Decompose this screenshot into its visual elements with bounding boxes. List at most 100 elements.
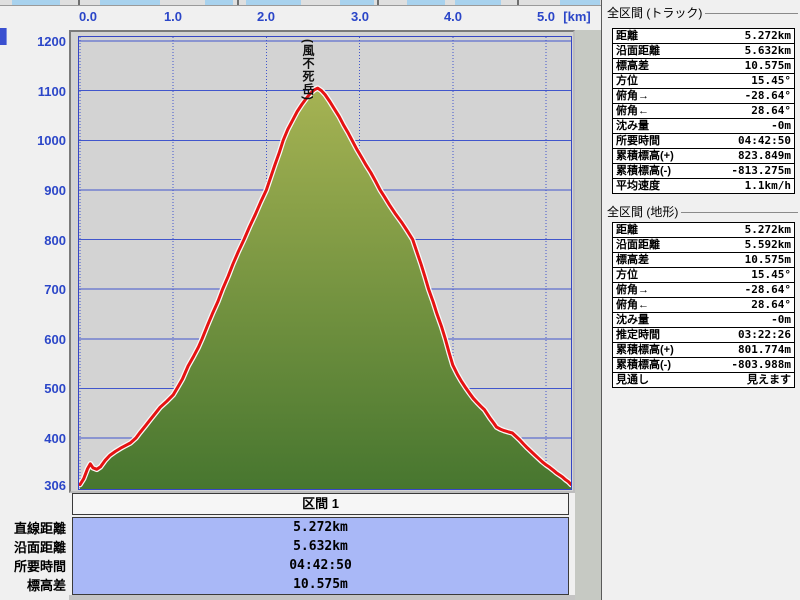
x-axis-tick: 1.0 bbox=[163, 9, 183, 24]
segment-row-label: 所要時間 bbox=[13, 559, 66, 574]
terrain-group-title-text: 全区間 (地形) bbox=[607, 205, 679, 219]
toolbar-button-fragment[interactable] bbox=[12, 0, 60, 5]
stat-value: -28.64° bbox=[744, 283, 791, 296]
track-stats-table: 距離 5.272km 沿面距離 5.632km 標高差 10.575m 方位 15.45… bbox=[612, 28, 795, 194]
y-axis-tick: 500 bbox=[44, 381, 66, 396]
terrain-stats-table: 距離 5.272km 沿面距離 5.592km 標高差 10.575m 方位 15.45… bbox=[612, 222, 795, 388]
x-axis-tick: 0.0 bbox=[78, 9, 98, 24]
y-axis-tick: 700 bbox=[44, 282, 66, 297]
table-row: 俯角← 28.64° bbox=[613, 298, 794, 313]
info-panel: 全区間 (トラック) 距離 5.272km 沿面距離 5.632km 標高差 10.5… bbox=[601, 0, 800, 600]
stat-value: -0m bbox=[771, 313, 791, 326]
table-row: 累積標高(-) -813.275m bbox=[613, 164, 794, 179]
stat-label: 俯角← bbox=[616, 299, 649, 311]
stat-label: 方位 bbox=[616, 75, 638, 87]
stat-label: 推定時間 bbox=[616, 329, 660, 341]
stat-value: -803.988m bbox=[731, 358, 791, 371]
y-axis-tick: 600 bbox=[44, 332, 66, 347]
stat-label: 累積標高(-) bbox=[616, 165, 671, 177]
elevation-profile-plot[interactable] bbox=[78, 36, 572, 490]
segment-row-label: 標高差 bbox=[26, 578, 66, 593]
stat-label: 累積標高(-) bbox=[616, 359, 671, 371]
table-row: 距離 5.272km bbox=[613, 223, 794, 238]
stat-value: 見えます bbox=[747, 373, 791, 386]
group-title-rule bbox=[705, 12, 798, 14]
stat-value: 5.272km bbox=[744, 223, 791, 236]
x-axis-tick: 2.0 bbox=[256, 9, 276, 24]
toolbar-separator bbox=[517, 0, 519, 5]
stat-value: 5.632km bbox=[744, 44, 791, 57]
table-row: 推定時間 03:22:26 bbox=[613, 328, 794, 343]
table-row: 標高差 10.575m bbox=[613, 253, 794, 268]
stat-value: 03:22:26 bbox=[738, 328, 791, 341]
toolbar-separator bbox=[78, 0, 80, 5]
toolbar-button-fragment[interactable] bbox=[205, 0, 233, 5]
stat-value: 15.45° bbox=[751, 74, 791, 87]
y-axis-tick: 400 bbox=[44, 431, 66, 446]
elevation-profile-window: { "axes": { "x_ticks": ["0.0", "1.0", "2… bbox=[0, 0, 800, 600]
stat-value: -0m bbox=[771, 119, 791, 132]
stat-label: 俯角← bbox=[616, 105, 649, 117]
toolbar-button-fragment[interactable] bbox=[246, 0, 301, 5]
stat-label: 沈み量 bbox=[616, 120, 649, 132]
stat-label: 平均速度 bbox=[616, 180, 660, 192]
toolbar-button-fragment[interactable] bbox=[100, 0, 160, 5]
stat-label: 俯角→ bbox=[616, 284, 649, 296]
table-row: 俯角→ -28.64° bbox=[613, 89, 794, 104]
segment-value: 5.272km bbox=[293, 520, 348, 535]
toolbar-button-fragment[interactable] bbox=[340, 0, 374, 5]
segment-header: 区間 1 bbox=[72, 493, 569, 515]
stat-label: 方位 bbox=[616, 269, 638, 281]
y-axis-tick: 900 bbox=[44, 183, 66, 198]
table-row: 累積標高(+) 801.774m bbox=[613, 343, 794, 358]
table-row: 沈み量 -0m bbox=[613, 313, 794, 328]
stat-label: 累積標高(+) bbox=[616, 150, 674, 162]
profile-svg bbox=[79, 37, 571, 489]
stat-value: -28.64° bbox=[744, 89, 791, 102]
stat-value: 1.1km/h bbox=[744, 179, 791, 192]
x-axis-tick: 3.0 bbox=[350, 9, 370, 24]
y-axis-tick: 306 bbox=[44, 478, 66, 493]
stat-value: 10.575m bbox=[744, 253, 791, 266]
toolbar-button-fragment[interactable] bbox=[455, 0, 501, 5]
stat-label: 累積標高(+) bbox=[616, 344, 674, 356]
peak-annotation: (風不死岳) bbox=[301, 39, 315, 101]
segment-value: 04:42:50 bbox=[289, 558, 352, 573]
table-row: 所要時間 04:42:50 bbox=[613, 134, 794, 149]
y-axis-tick: 1100 bbox=[37, 84, 66, 99]
table-row: 距離 5.272km bbox=[613, 29, 794, 44]
toolbar-button-fragment[interactable] bbox=[560, 0, 600, 5]
stat-label: 俯角→ bbox=[616, 90, 649, 102]
table-row: 方位 15.45° bbox=[613, 268, 794, 283]
stat-label: 標高差 bbox=[616, 60, 649, 72]
stat-value: 15.45° bbox=[751, 268, 791, 281]
stat-label: 距離 bbox=[616, 30, 638, 42]
track-group-title: 全区間 (トラック) bbox=[607, 4, 798, 21]
stat-value: -813.275m bbox=[731, 164, 791, 177]
bottom-gap bbox=[69, 595, 575, 600]
table-row: 平均速度 1.1km/h bbox=[613, 179, 794, 193]
stat-label: 所要時間 bbox=[616, 135, 660, 147]
table-row: 沿面距離 5.632km bbox=[613, 44, 794, 59]
y-axis-tick: 1200 bbox=[37, 34, 66, 49]
stat-label: 標高差 bbox=[616, 254, 649, 266]
toolbar-separator bbox=[237, 0, 239, 5]
y-axis-tick: 1000 bbox=[37, 133, 66, 148]
x-axis-unit: [km] bbox=[563, 9, 591, 24]
toolbar-separator bbox=[377, 0, 379, 5]
x-axis-tick: 4.0 bbox=[443, 9, 463, 24]
stat-label: 沿面距離 bbox=[616, 239, 660, 251]
segment-value: 10.575m bbox=[293, 577, 348, 592]
table-row: 俯角→ -28.64° bbox=[613, 283, 794, 298]
terrain-group-title: 全区間 (地形) bbox=[607, 203, 798, 220]
table-row: 累積標高(-) -803.988m bbox=[613, 358, 794, 373]
table-row: 累積標高(+) 823.849m bbox=[613, 149, 794, 164]
segment-row-label: 直線距離 bbox=[13, 521, 66, 536]
table-row: 標高差 10.575m bbox=[613, 59, 794, 74]
segment-row-label: 沿面距離 bbox=[13, 540, 66, 555]
stat-value: 5.592km bbox=[744, 238, 791, 251]
stat-value: 801.774m bbox=[738, 343, 791, 356]
toolbar-button-fragment[interactable] bbox=[407, 0, 445, 5]
table-row: 俯角← 28.64° bbox=[613, 104, 794, 119]
stat-label: 沿面距離 bbox=[616, 45, 660, 57]
